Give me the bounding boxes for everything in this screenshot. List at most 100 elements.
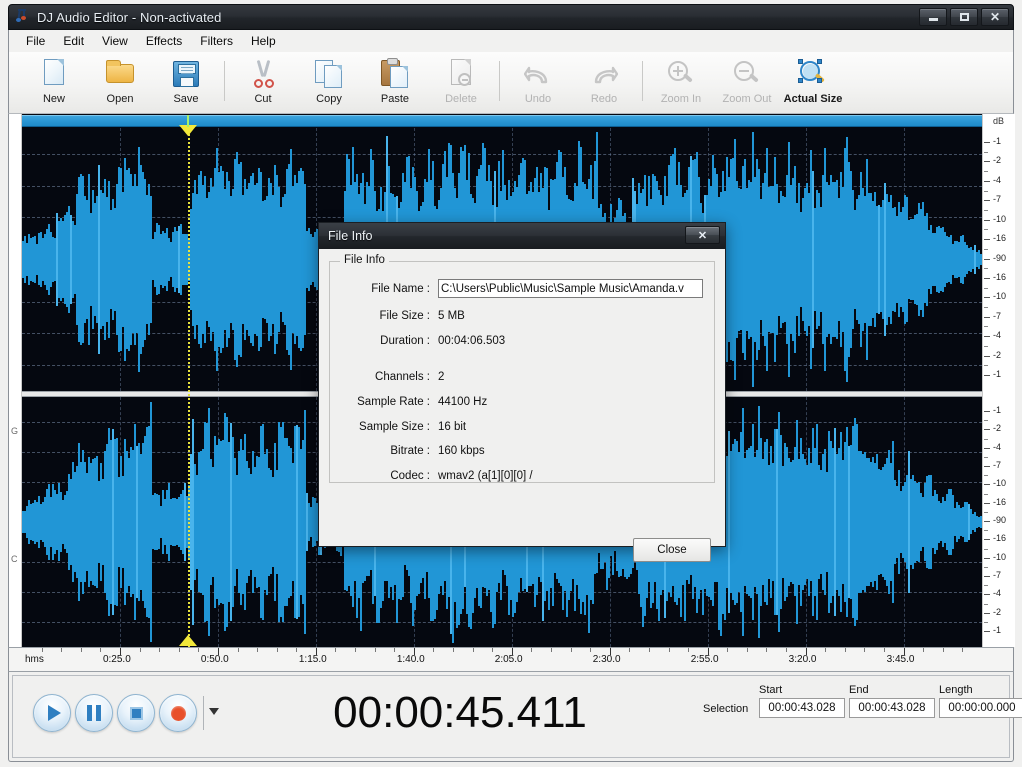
toolbar-separator bbox=[642, 61, 643, 101]
record-button[interactable] bbox=[159, 694, 197, 732]
playhead-marker-bottom[interactable] bbox=[179, 635, 197, 646]
field-sample-rate-value: 44100 Hz bbox=[438, 396, 488, 408]
db-tick bbox=[984, 219, 990, 221]
ruler-tick-minor bbox=[766, 648, 768, 652]
toolbar-save-label: Save bbox=[173, 93, 199, 105]
db-tick bbox=[984, 631, 990, 632]
ruler-tick-minor bbox=[942, 648, 944, 652]
db-tick-label: -16 bbox=[993, 233, 1007, 244]
toolbar-redo-label: Redo bbox=[590, 93, 618, 105]
db-tick bbox=[984, 239, 990, 241]
db-tick-label: -16 bbox=[993, 496, 1007, 507]
minimize-button[interactable] bbox=[919, 8, 947, 26]
db-tick-minor bbox=[984, 209, 988, 211]
menu-item-file[interactable]: File bbox=[17, 32, 54, 50]
toolbar-open-button[interactable]: Open bbox=[87, 55, 153, 111]
db-tick bbox=[984, 297, 990, 299]
app-music-note-icon bbox=[15, 9, 31, 25]
time-ruler[interactable]: hms 0:25.0 0:50.0 1:15.0 1:40.0 2:05.0 2:30.0… bbox=[8, 647, 1014, 672]
toolbar-separator bbox=[499, 61, 500, 101]
chevron-down-icon[interactable] bbox=[209, 708, 219, 715]
close-button[interactable]: ✕ bbox=[981, 8, 1009, 26]
toolbar-zoom-in-label: Zoom In bbox=[660, 93, 702, 105]
field-codec-value: wmav2 (a[1][0][0] / bbox=[438, 470, 533, 482]
menu-item-effects[interactable]: Effects bbox=[137, 32, 191, 50]
dialog-close-button[interactable]: Close bbox=[633, 538, 711, 562]
toolbar-cut-button[interactable]: Cut bbox=[230, 55, 296, 111]
db-tick bbox=[984, 576, 990, 577]
playhead-line bbox=[188, 127, 190, 647]
play-icon bbox=[47, 705, 61, 721]
toolbar-actual-size-button[interactable]: Actual Size bbox=[780, 55, 846, 111]
menu-item-filters[interactable]: Filters bbox=[191, 32, 242, 50]
file-info-group: File Info File Name : File Size : 5 MB D… bbox=[329, 254, 715, 483]
field-bitrate-value: 160 kbps bbox=[438, 445, 485, 457]
application-window: DJ Audio Editor - Non-activated ✕ File E… bbox=[0, 0, 1022, 767]
menu-item-help[interactable]: Help bbox=[242, 32, 285, 50]
toolbar-undo-button: Undo bbox=[505, 55, 571, 111]
db-tick bbox=[984, 484, 990, 486]
toolbar-new-button[interactable]: New bbox=[21, 55, 87, 111]
db-tick-minor bbox=[984, 190, 988, 192]
record-icon bbox=[170, 705, 186, 721]
ruler-tick-minor bbox=[472, 648, 474, 652]
menu-item-edit[interactable]: Edit bbox=[54, 32, 93, 50]
db-tick bbox=[984, 355, 990, 357]
dialog-title: File Info bbox=[328, 229, 373, 243]
dialog-close-icon[interactable]: ✕ bbox=[685, 226, 720, 244]
pause-button[interactable] bbox=[75, 694, 113, 732]
selection-length-input[interactable] bbox=[939, 698, 1022, 718]
db-tick-minor bbox=[984, 307, 988, 309]
field-file-size-label: File Size : bbox=[379, 310, 431, 322]
field-sample-size-value: 16 bit bbox=[438, 421, 467, 433]
db-tick-minor bbox=[984, 475, 988, 477]
db-tick-minor bbox=[984, 326, 988, 328]
selection-start-input[interactable] bbox=[759, 698, 845, 718]
db-axis-title: dB bbox=[993, 116, 1005, 126]
selection-end-input[interactable] bbox=[849, 698, 935, 718]
field-file-size-value: 5 MB bbox=[438, 310, 465, 322]
toolbar: New Open Save Cut Copy Paste Delete Undo… bbox=[8, 52, 1014, 114]
selection-overview-bar[interactable] bbox=[22, 115, 982, 127]
ruler-tick-minor bbox=[864, 648, 866, 652]
ruler-tick-minor bbox=[492, 648, 494, 652]
db-tick-label: -4 bbox=[993, 330, 1002, 341]
ruler-tick-label: 1:40.0 bbox=[396, 654, 425, 665]
ruler-tick-minor bbox=[844, 648, 846, 652]
ruler-tick-minor bbox=[80, 648, 82, 652]
db-tick-label: -1 bbox=[993, 405, 1002, 415]
toolbar-save-button[interactable]: Save bbox=[153, 55, 219, 111]
toolbar-paste-button[interactable]: Paste bbox=[362, 55, 428, 111]
ruler-tick-minor bbox=[41, 648, 43, 652]
ruler-tick-minor bbox=[178, 648, 180, 652]
maximize-button[interactable] bbox=[950, 8, 978, 26]
db-tick bbox=[984, 200, 990, 202]
copy-pages-icon bbox=[312, 58, 346, 90]
field-channels-value: 2 bbox=[438, 371, 445, 383]
ruler-tick-label: 0:50.0 bbox=[200, 654, 229, 665]
menu-item-view[interactable]: View bbox=[93, 32, 137, 50]
delete-document-icon bbox=[444, 58, 478, 90]
db-tick-minor bbox=[984, 229, 988, 231]
ruler-tick-minor bbox=[746, 648, 748, 652]
file-name-input[interactable] bbox=[438, 279, 703, 298]
toolbar-new-label: New bbox=[42, 93, 65, 105]
redo-arrow-icon bbox=[587, 58, 621, 90]
toolbar-delete-label: Delete bbox=[445, 93, 477, 105]
field-duration-label: Duration : bbox=[380, 335, 430, 347]
ruler-tick-minor bbox=[61, 648, 63, 652]
db-tick-label: -2 bbox=[993, 606, 1002, 617]
window-controls: ✕ bbox=[919, 8, 1009, 26]
stop-button[interactable] bbox=[117, 694, 155, 732]
current-time-display: 00:00:45.411 bbox=[333, 688, 587, 737]
undo-arrow-icon bbox=[521, 58, 555, 90]
db-scale: dB -1 -2 -4 -7 -10 -16 -90 -16 -10 -7 -4 -2 -1 -1 -2 -4… bbox=[982, 114, 1015, 647]
stop-icon bbox=[129, 706, 143, 720]
db-tick-label: -2 bbox=[993, 349, 1002, 360]
channel-label-gutter: G C bbox=[9, 114, 22, 647]
db-tick-label: -2 bbox=[993, 423, 1002, 434]
play-button[interactable] bbox=[33, 694, 71, 732]
toolbar-copy-button[interactable]: Copy bbox=[296, 55, 362, 111]
db-tick-minor bbox=[984, 365, 988, 367]
ruler-tick-minor bbox=[923, 648, 925, 652]
